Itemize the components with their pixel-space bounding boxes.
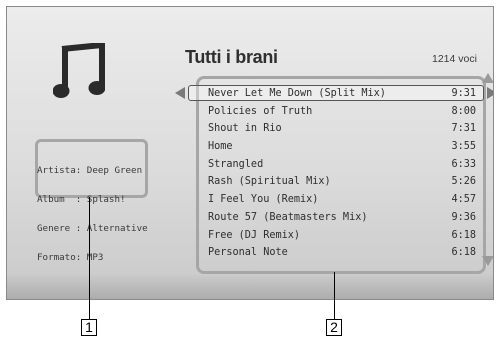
track-duration: 7:31	[451, 123, 476, 135]
track-duration: 6:18	[451, 247, 476, 259]
scroll-up-arrow-icon[interactable]	[482, 73, 494, 83]
track-name: Route 57 (Beatmasters Mix)	[208, 211, 368, 223]
track-name: Shout in Rio	[208, 123, 282, 135]
track-name: Never Let Me Down (Split Mix)	[208, 88, 386, 99]
track-duration: 5:26	[451, 176, 476, 188]
track-list: Never Let Me Down (Split Mix) 9:31 Polic…	[208, 86, 476, 263]
metadata-artist: Artista: Deep Green	[37, 165, 143, 177]
track-name: Personal Note	[208, 247, 288, 259]
track-row[interactable]: Home 3:55	[208, 139, 476, 157]
callout-line-1	[89, 197, 90, 319]
track-row[interactable]: Shout in Rio 7:31	[208, 121, 476, 139]
track-row[interactable]: Never Let Me Down (Split Mix) 9:31	[208, 86, 476, 104]
track-name: Rash (Spiritual Mix)	[208, 176, 331, 188]
track-row[interactable]: Personal Note 6:18	[208, 245, 476, 263]
track-duration: 9:36	[451, 211, 476, 223]
scroll-down-arrow-icon[interactable]	[482, 256, 494, 266]
track-duration: 6:18	[451, 229, 476, 241]
track-row[interactable]: Strangled 6:33	[208, 157, 476, 175]
track-name: I Feel You (Remix)	[208, 194, 319, 206]
previous-arrow-icon[interactable]	[175, 87, 187, 99]
track-row[interactable]: Route 57 (Beatmasters Mix) 9:36	[208, 210, 476, 228]
track-name: Home	[208, 141, 233, 153]
track-name: Strangled	[208, 158, 264, 170]
callout-label-2: 2	[326, 319, 342, 336]
item-count: 1214 voci	[432, 53, 477, 65]
music-note-icon	[53, 43, 105, 98]
page-title: Tutti i brani	[185, 47, 278, 67]
track-duration: 3:55	[451, 141, 476, 153]
track-row[interactable]: I Feel You (Remix) 4:57	[208, 192, 476, 210]
next-arrow-icon[interactable]	[485, 87, 494, 99]
track-duration: 9:31	[451, 88, 476, 99]
metadata-info: Artista: Deep Green Album : Splash! Gene…	[37, 147, 148, 281]
track-row[interactable]: Policies of Truth 8:00	[208, 104, 476, 122]
metadata-album: Album : Splash!	[37, 193, 126, 205]
track-duration: 4:57	[451, 194, 476, 206]
track-row[interactable]: Rash (Spiritual Mix) 5:26	[208, 174, 476, 192]
track-duration: 8:00	[451, 105, 476, 117]
callout-line-2	[334, 272, 335, 319]
media-screen: Artista: Deep Green Album : Splash! Gene…	[6, 6, 494, 300]
callout-label-1: 1	[81, 319, 97, 336]
metadata-format: Formato: MP3	[37, 251, 104, 263]
track-name: Policies of Truth	[208, 105, 313, 117]
track-name: Free (DJ Remix)	[208, 229, 301, 241]
track-row[interactable]: Free (DJ Remix) 6:18	[208, 228, 476, 246]
track-duration: 6:33	[451, 158, 476, 170]
metadata-genre: Genere : Alternative	[37, 222, 148, 234]
